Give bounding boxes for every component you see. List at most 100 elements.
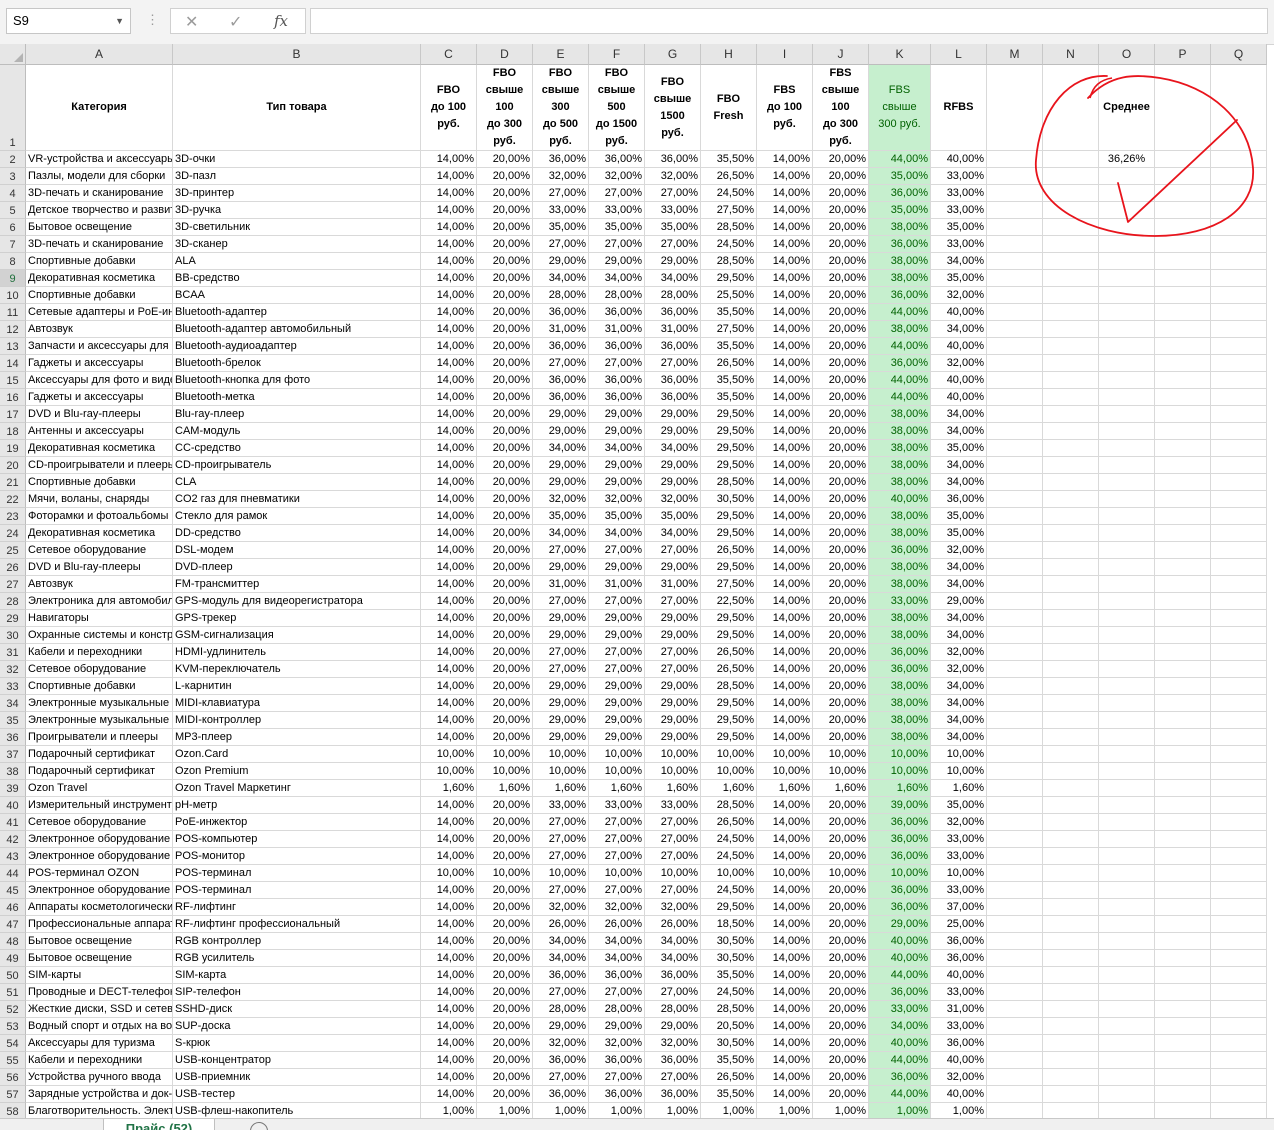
cell-j12[interactable]: 20,00%	[813, 321, 869, 338]
cell-h33[interactable]: 28,50%	[701, 678, 757, 695]
cell-a7[interactable]: 3D-печать и сканирование	[26, 236, 173, 253]
row-header-44[interactable]: 44	[0, 865, 26, 882]
row-header-54[interactable]: 54	[0, 1035, 26, 1052]
cell-m37[interactable]	[987, 746, 1043, 763]
cell-d14[interactable]: 20,00%	[477, 355, 533, 372]
cell-q4[interactable]	[1211, 185, 1267, 202]
row-header-10[interactable]: 10	[0, 287, 26, 304]
cell-c42[interactable]: 14,00%	[421, 831, 477, 848]
cell-o32[interactable]	[1099, 661, 1155, 678]
cell-h25[interactable]: 26,50%	[701, 542, 757, 559]
cell-a13[interactable]: Запчасти и аксессуары для аудио	[26, 338, 173, 355]
cell-j41[interactable]: 20,00%	[813, 814, 869, 831]
row-header-27[interactable]: 27	[0, 576, 26, 593]
cell-j16[interactable]: 20,00%	[813, 389, 869, 406]
cell-f49[interactable]: 34,00%	[589, 950, 645, 967]
cell-g19[interactable]: 34,00%	[645, 440, 701, 457]
cell-d22[interactable]: 20,00%	[477, 491, 533, 508]
cell-g43[interactable]: 27,00%	[645, 848, 701, 865]
cell-i41[interactable]: 14,00%	[757, 814, 813, 831]
cell-q29[interactable]	[1211, 610, 1267, 627]
cell-q24[interactable]	[1211, 525, 1267, 542]
cell-h22[interactable]: 30,50%	[701, 491, 757, 508]
cell-j32[interactable]: 20,00%	[813, 661, 869, 678]
row-header-28[interactable]: 28	[0, 593, 26, 610]
cell-d44[interactable]: 10,00%	[477, 865, 533, 882]
cell-e14[interactable]: 27,00%	[533, 355, 589, 372]
cell-f57[interactable]: 36,00%	[589, 1086, 645, 1103]
cell-a55[interactable]: Кабели и переходники	[26, 1052, 173, 1069]
cell-b45[interactable]: POS-терминал	[173, 882, 421, 899]
row-header-45[interactable]: 45	[0, 882, 26, 899]
cell-h31[interactable]: 26,50%	[701, 644, 757, 661]
name-box[interactable]: S9 ▼	[6, 8, 131, 34]
cell-d41[interactable]: 20,00%	[477, 814, 533, 831]
cell-n10[interactable]	[1043, 287, 1099, 304]
cell-j13[interactable]: 20,00%	[813, 338, 869, 355]
cell-m56[interactable]	[987, 1069, 1043, 1086]
cell-a24[interactable]: Декоративная косметика	[26, 525, 173, 542]
cell-m25[interactable]	[987, 542, 1043, 559]
cell-h51[interactable]: 24,50%	[701, 984, 757, 1001]
cell-m51[interactable]	[987, 984, 1043, 1001]
cell-b11[interactable]: Bluetooth-адаптер	[173, 304, 421, 321]
cell-g36[interactable]: 29,00%	[645, 729, 701, 746]
cell-m41[interactable]	[987, 814, 1043, 831]
cell-c3[interactable]: 14,00%	[421, 168, 477, 185]
cell-a40[interactable]: Измерительный инструмент	[26, 797, 173, 814]
cell-e40[interactable]: 33,00%	[533, 797, 589, 814]
cell-k28[interactable]: 33,00%	[869, 593, 931, 610]
cell-l56[interactable]: 32,00%	[931, 1069, 987, 1086]
cell-i25[interactable]: 14,00%	[757, 542, 813, 559]
cell-h30[interactable]: 29,50%	[701, 627, 757, 644]
cell-l6[interactable]: 35,00%	[931, 219, 987, 236]
cell-f8[interactable]: 29,00%	[589, 253, 645, 270]
cell-o38[interactable]	[1099, 763, 1155, 780]
cell-j51[interactable]: 20,00%	[813, 984, 869, 1001]
cell-j53[interactable]: 20,00%	[813, 1018, 869, 1035]
cell-m26[interactable]	[987, 559, 1043, 576]
column-header-m[interactable]: M	[987, 44, 1043, 65]
cell-b10[interactable]: BCAA	[173, 287, 421, 304]
column-header-q[interactable]: Q	[1211, 44, 1267, 65]
cell-h55[interactable]: 35,50%	[701, 1052, 757, 1069]
cell-o47[interactable]	[1099, 916, 1155, 933]
cell-m32[interactable]	[987, 661, 1043, 678]
cell-e30[interactable]: 29,00%	[533, 627, 589, 644]
cell-f47[interactable]: 26,00%	[589, 916, 645, 933]
cell-n8[interactable]	[1043, 253, 1099, 270]
cell-d26[interactable]: 20,00%	[477, 559, 533, 576]
cell-f27[interactable]: 31,00%	[589, 576, 645, 593]
cell-f46[interactable]: 32,00%	[589, 899, 645, 916]
cell-n14[interactable]	[1043, 355, 1099, 372]
cell-g18[interactable]: 29,00%	[645, 423, 701, 440]
cell-h8[interactable]: 28,50%	[701, 253, 757, 270]
cell-p5[interactable]	[1155, 202, 1211, 219]
cell-a37[interactable]: Подарочный сертификат	[26, 746, 173, 763]
cell-b46[interactable]: RF-лифтинг	[173, 899, 421, 916]
cell-n3[interactable]	[1043, 168, 1099, 185]
cell-c5[interactable]: 14,00%	[421, 202, 477, 219]
cell-f37[interactable]: 10,00%	[589, 746, 645, 763]
cell-c37[interactable]: 10,00%	[421, 746, 477, 763]
cell-k4[interactable]: 36,00%	[869, 185, 931, 202]
cell-a41[interactable]: Сетевое оборудование	[26, 814, 173, 831]
row-header-57[interactable]: 57	[0, 1086, 26, 1103]
cell-o51[interactable]	[1099, 984, 1155, 1001]
cell-g54[interactable]: 32,00%	[645, 1035, 701, 1052]
cell-f31[interactable]: 27,00%	[589, 644, 645, 661]
cell-q19[interactable]	[1211, 440, 1267, 457]
cell-i10[interactable]: 14,00%	[757, 287, 813, 304]
cell-q15[interactable]	[1211, 372, 1267, 389]
cell-f21[interactable]: 29,00%	[589, 474, 645, 491]
cell-b55[interactable]: USB-концентратор	[173, 1052, 421, 1069]
cell-m10[interactable]	[987, 287, 1043, 304]
cell-c24[interactable]: 14,00%	[421, 525, 477, 542]
cell-c14[interactable]: 14,00%	[421, 355, 477, 372]
row-header-14[interactable]: 14	[0, 355, 26, 372]
cell-d51[interactable]: 20,00%	[477, 984, 533, 1001]
cell-f32[interactable]: 27,00%	[589, 661, 645, 678]
cell-h23[interactable]: 29,50%	[701, 508, 757, 525]
cell-n30[interactable]	[1043, 627, 1099, 644]
cell-a39[interactable]: Ozon Travel	[26, 780, 173, 797]
